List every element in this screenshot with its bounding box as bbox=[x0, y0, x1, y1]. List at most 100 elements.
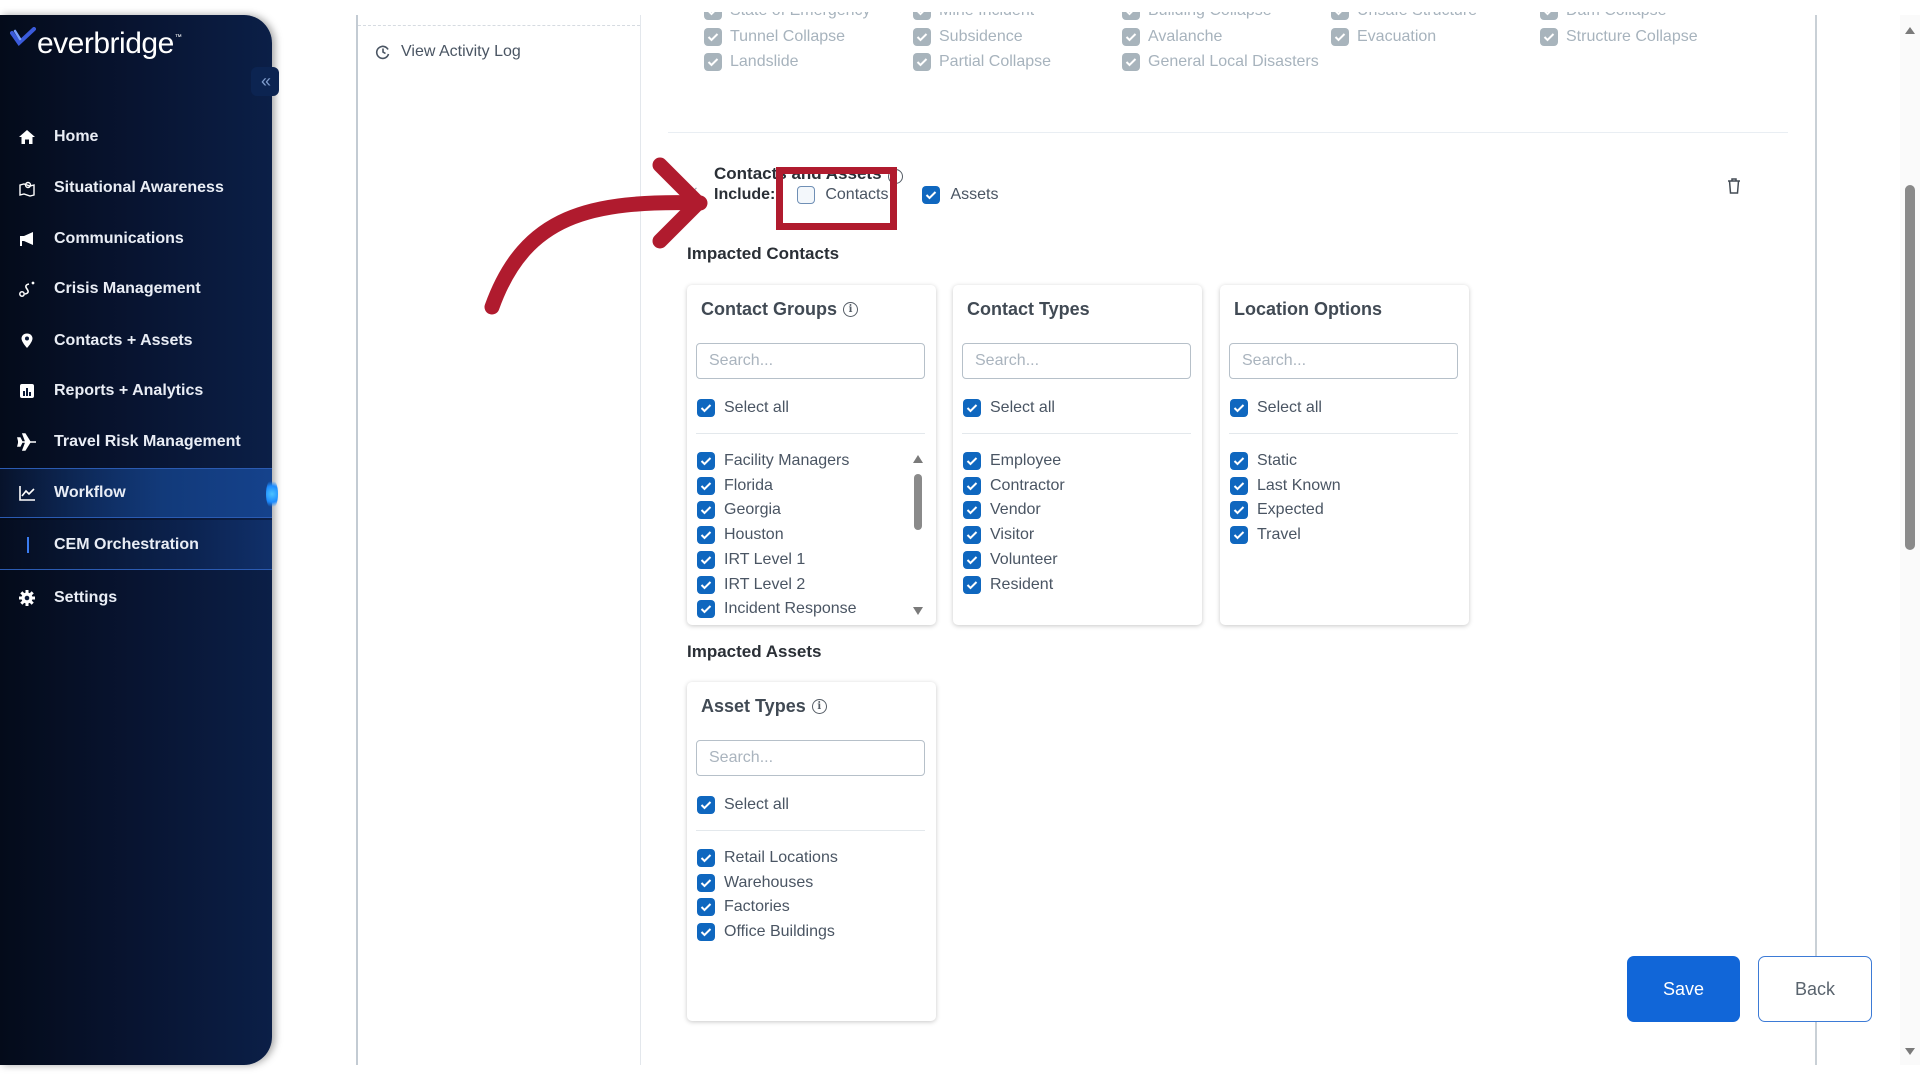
view-activity-log-link[interactable]: View Activity Log bbox=[375, 43, 521, 61]
checkbox-checked[interactable] bbox=[1122, 28, 1140, 46]
checkbox-checked[interactable] bbox=[1230, 501, 1248, 520]
checkbox-checked[interactable] bbox=[1122, 12, 1140, 20]
checkbox-checked[interactable] bbox=[704, 28, 722, 46]
list-item[interactable]: Retail Locations bbox=[697, 849, 838, 867]
hazard-option[interactable]: Subsidence bbox=[913, 28, 1023, 46]
hazard-option[interactable]: Landslide bbox=[704, 53, 799, 71]
hazard-option[interactable]: Tunnel Collapse bbox=[704, 28, 845, 46]
contact-types-search-input[interactable] bbox=[962, 343, 1191, 379]
sidebar-item-cem-orchestration[interactable]: CEM Orchestration bbox=[0, 520, 272, 570]
checkbox-checked[interactable] bbox=[963, 550, 981, 569]
sidebar-item-settings[interactable]: Settings bbox=[0, 573, 272, 623]
list-item[interactable]: Office Buildings bbox=[697, 923, 835, 942]
select-all-checkbox[interactable]: Select all bbox=[697, 796, 789, 814]
sidebar-item-situational-awareness[interactable]: Situational Awareness bbox=[0, 163, 272, 213]
checkbox-checked[interactable] bbox=[697, 849, 715, 867]
checkbox-checked[interactable] bbox=[697, 452, 715, 470]
hazard-option[interactable]: Partial Collapse bbox=[913, 53, 1051, 71]
sidebar-item-contacts-assets[interactable]: Contacts + Assets bbox=[0, 316, 272, 366]
checkbox-checked[interactable] bbox=[963, 476, 981, 495]
checkbox-checked[interactable] bbox=[963, 501, 981, 520]
checkbox-checked[interactable] bbox=[697, 600, 715, 619]
checkbox-checked[interactable] bbox=[697, 796, 715, 814]
list-item[interactable]: Travel bbox=[1230, 526, 1301, 545]
checkbox-checked[interactable] bbox=[1540, 12, 1558, 20]
checkbox-checked[interactable] bbox=[697, 873, 715, 892]
checkbox-checked[interactable] bbox=[963, 399, 981, 417]
checkbox-checked[interactable] bbox=[1230, 452, 1248, 470]
list-item[interactable]: Visitor bbox=[963, 526, 1034, 545]
info-icon[interactable]: i bbox=[811, 699, 827, 714]
select-all-checkbox[interactable]: Select all bbox=[963, 399, 1055, 417]
sidebar-item-reports-analytics[interactable]: Reports + Analytics bbox=[0, 366, 272, 416]
checkbox-checked[interactable] bbox=[697, 898, 715, 917]
everbridge-logo[interactable]: everbridge ™ bbox=[10, 27, 182, 61]
checkbox-checked[interactable] bbox=[697, 399, 715, 417]
checkbox-checked[interactable] bbox=[963, 526, 981, 545]
list-item[interactable]: Vendor bbox=[963, 501, 1041, 520]
save-button[interactable]: Save bbox=[1627, 956, 1740, 1022]
checkbox-checked[interactable] bbox=[1230, 526, 1248, 545]
scrollbar-thumb[interactable] bbox=[914, 474, 922, 530]
hazard-option[interactable]: Dam Collapse bbox=[1540, 12, 1666, 20]
list-item[interactable]: Resident bbox=[963, 575, 1053, 594]
checkbox-checked[interactable] bbox=[963, 452, 981, 470]
sidebar-item-travel-risk-management[interactable]: Travel Risk Management bbox=[0, 417, 272, 467]
page-scrollbar[interactable] bbox=[1900, 15, 1920, 1065]
list-item[interactable]: Facility Managers bbox=[697, 452, 849, 470]
scroll-down-arrow-icon[interactable] bbox=[1905, 1048, 1915, 1055]
list-item[interactable]: Houston bbox=[697, 526, 784, 545]
hazard-option[interactable]: General Local Disasters bbox=[1122, 53, 1319, 71]
checkbox-checked[interactable] bbox=[963, 575, 981, 594]
checkbox-checked[interactable] bbox=[704, 53, 722, 71]
checkbox-checked[interactable] bbox=[1331, 12, 1349, 20]
sidebar-item-communications[interactable]: Communications bbox=[0, 214, 272, 264]
include-assets-checkbox[interactable]: Assets bbox=[922, 186, 999, 204]
list-item[interactable]: Warehouses bbox=[697, 873, 813, 892]
list-item[interactable]: Employee bbox=[963, 452, 1061, 470]
list-item[interactable]: Expected bbox=[1230, 501, 1324, 520]
checkbox-checked[interactable] bbox=[697, 923, 715, 942]
checkbox-checked[interactable] bbox=[704, 12, 722, 20]
checkbox-checked[interactable] bbox=[922, 186, 941, 204]
contact-groups-search-input[interactable] bbox=[696, 343, 925, 379]
hazard-option[interactable]: State of Emergency bbox=[704, 12, 871, 20]
hazard-option[interactable]: Building Collapse bbox=[1122, 12, 1272, 20]
list-item[interactable]: Static bbox=[1230, 452, 1297, 470]
back-button[interactable]: Back bbox=[1758, 956, 1872, 1022]
scrollbar-thumb[interactable] bbox=[1905, 185, 1915, 550]
list-item[interactable]: IRT Level 1 bbox=[697, 550, 805, 569]
hazard-option[interactable]: Evacuation bbox=[1331, 28, 1436, 46]
scroll-up-arrow-icon[interactable] bbox=[913, 455, 923, 463]
location-options-search-input[interactable] bbox=[1229, 343, 1458, 379]
checkbox-checked[interactable] bbox=[697, 550, 715, 569]
checkbox-checked[interactable] bbox=[697, 476, 715, 495]
list-item[interactable]: Volunteer bbox=[963, 550, 1058, 569]
scroll-up-arrow-icon[interactable] bbox=[1905, 27, 1915, 34]
select-all-checkbox[interactable]: Select all bbox=[697, 399, 789, 417]
list-item[interactable]: Last Known bbox=[1230, 476, 1341, 495]
checkbox-checked[interactable] bbox=[913, 53, 931, 71]
info-icon[interactable]: i bbox=[843, 302, 859, 317]
hazard-option[interactable]: Structure Collapse bbox=[1540, 28, 1698, 46]
collapse-sidebar-button[interactable]: « bbox=[251, 67, 279, 96]
list-item[interactable]: Incident Response bbox=[697, 600, 857, 619]
list-item[interactable]: Georgia bbox=[697, 501, 781, 520]
list-item[interactable]: Florida bbox=[697, 476, 773, 495]
delete-section-button[interactable] bbox=[1726, 177, 1742, 200]
checkbox-checked[interactable] bbox=[913, 12, 931, 20]
checkbox-checked[interactable] bbox=[1230, 399, 1248, 417]
list-item[interactable]: Factories bbox=[697, 898, 790, 917]
checkbox-checked[interactable] bbox=[1122, 53, 1140, 71]
checkbox-checked[interactable] bbox=[697, 575, 715, 594]
checkbox-checked[interactable] bbox=[1540, 28, 1558, 46]
list-item[interactable]: Contractor bbox=[963, 476, 1065, 495]
asset-types-search-input[interactable] bbox=[696, 740, 925, 776]
sidebar-item-workflow[interactable]: Workflow bbox=[0, 468, 278, 518]
checkbox-checked[interactable] bbox=[697, 501, 715, 520]
list-item[interactable]: IRT Level 2 bbox=[697, 575, 805, 594]
hazard-option[interactable]: Unsafe Structure bbox=[1331, 12, 1477, 20]
select-all-checkbox[interactable]: Select all bbox=[1230, 399, 1322, 417]
hazard-option[interactable]: Avalanche bbox=[1122, 28, 1222, 46]
list-scrollbar[interactable] bbox=[912, 455, 924, 615]
